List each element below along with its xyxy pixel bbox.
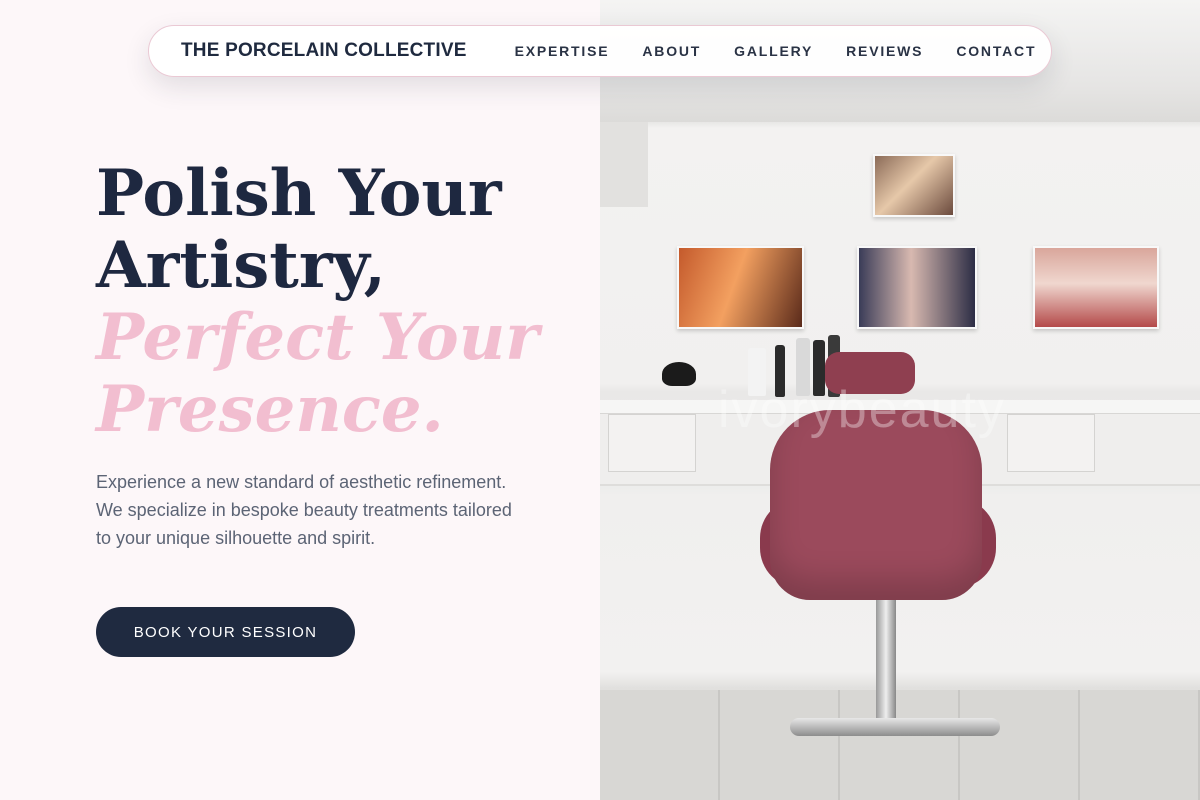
headline-accent-2: Presence. (96, 372, 444, 447)
top-navbar: THE PORCELAIN COLLECTIVE EXPERTISE ABOUT… (148, 25, 1052, 77)
brand-logo[interactable]: THE PORCELAIN COLLECTIVE (181, 40, 467, 62)
salon-photo: ivorybeauty (600, 0, 1200, 800)
hero-description: Experience a new standard of aesthetic r… (96, 472, 512, 548)
image-watermark: ivorybeauty (718, 381, 1006, 439)
nav-link-gallery[interactable]: GALLERY (734, 43, 813, 59)
nav-link-expertise[interactable]: EXPERTISE (515, 43, 610, 59)
wall-pillar (600, 122, 648, 207)
nav-link-contact[interactable]: CONTACT (956, 43, 1036, 59)
brush (662, 362, 696, 386)
tile-floor (600, 690, 1200, 800)
nav-links: EXPERTISE ABOUT GALLERY REVIEWS CONTACT (515, 43, 1037, 59)
wall-photo-3 (857, 246, 977, 329)
nav-link-about[interactable]: ABOUT (642, 43, 701, 59)
wall-photo-2 (677, 246, 804, 329)
headline-line-2: Artistry, (96, 228, 386, 303)
nav-link-reviews[interactable]: REVIEWS (846, 43, 923, 59)
wall-photo-4 (1033, 246, 1159, 329)
book-session-button[interactable]: BOOK YOUR SESSION (96, 607, 355, 657)
headline-line-1: Polish Your (96, 156, 502, 231)
wall-photo-1 (873, 154, 955, 217)
chair-pole (876, 600, 896, 730)
counter-drawer (1007, 414, 1095, 472)
headline-accent-1: Perfect Your (96, 300, 539, 375)
counter-drawer (608, 414, 696, 472)
hero-headline: Polish Your Artistry, Perfect Your Prese… (96, 158, 539, 446)
chair-base (790, 718, 1000, 736)
